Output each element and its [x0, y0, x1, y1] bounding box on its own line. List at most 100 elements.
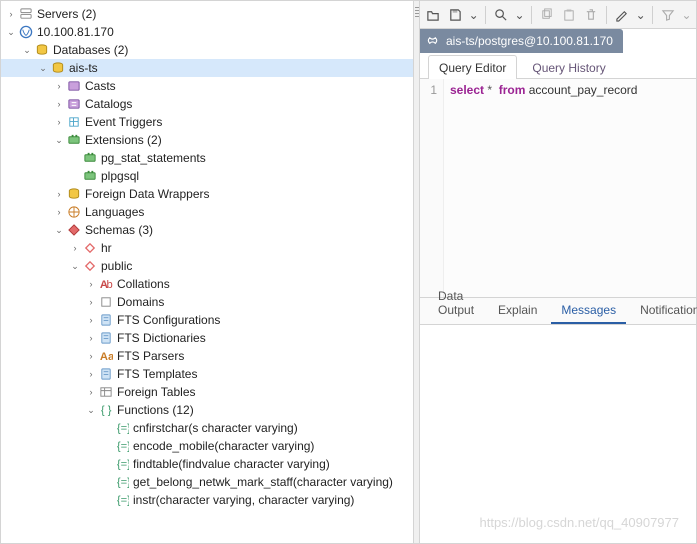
tree-node[interactable]: › FTS Configurations	[1, 311, 413, 329]
tree-node[interactable]: › hr	[1, 239, 413, 257]
tree-node[interactable]: cnfirstchar(s character varying)	[1, 419, 413, 437]
tree-node[interactable]: ›Catalogs	[1, 95, 413, 113]
results-tab[interactable]: Data Output	[428, 283, 484, 324]
event-icon	[66, 114, 82, 130]
open-icon[interactable]	[423, 4, 443, 26]
code-token: *	[484, 83, 495, 97]
func-fn-icon	[114, 474, 130, 490]
code-token: select	[450, 83, 484, 97]
chevron-right-icon[interactable]: ›	[85, 386, 97, 398]
chevron-down-icon[interactable]: ⌄	[21, 44, 33, 56]
tree-node-label: hr	[101, 241, 112, 255]
tree-node[interactable]: plpgsql	[1, 167, 413, 185]
domain-icon	[98, 294, 114, 310]
tree-node[interactable]: ›Domains	[1, 293, 413, 311]
results-body	[420, 325, 696, 543]
results-tab[interactable]: Notifications	[630, 297, 697, 324]
chevron-right-icon[interactable]: ›	[53, 98, 65, 110]
tree-node[interactable]: instr(character varying, character varyi…	[1, 491, 413, 509]
schemas-icon	[66, 222, 82, 238]
chevron-right-icon[interactable]: ›	[85, 332, 97, 344]
tree-node[interactable]: › Foreign Data Wrappers	[1, 185, 413, 203]
chevron-down-icon[interactable]: ⌄	[53, 224, 65, 236]
tree-node-label: pg_stat_statements	[101, 151, 206, 165]
tree-node[interactable]: ⌄public	[1, 257, 413, 275]
chevron-down-icon[interactable]: ⌄	[634, 4, 647, 26]
tree-node[interactable]: ›Event Triggers	[1, 113, 413, 131]
editor-code[interactable]: select * from account_pay_record	[444, 79, 696, 297]
tree-node[interactable]: ⌄Extensions (2)	[1, 131, 413, 149]
tree-node-label: Foreign Data Wrappers	[85, 187, 210, 201]
chevron-right-icon[interactable]: ›	[85, 278, 97, 290]
object-browser-tree[interactable]: ›Servers (2) ⌄ 10.100.81.170 ⌄Databases (2)…	[1, 1, 414, 543]
toolbar-separator	[606, 6, 607, 24]
results-tab[interactable]: Messages	[551, 297, 626, 324]
chevron-right-icon[interactable]: ›	[5, 8, 17, 20]
func-fn-icon	[114, 492, 130, 508]
tree-node[interactable]: ⌄ais-ts	[1, 59, 413, 77]
chevron-right-icon[interactable]: ›	[53, 116, 65, 128]
tree-node[interactable]: ›Foreign Tables	[1, 383, 413, 401]
connection-tab[interactable]: ais-ts/postgres@10.100.81.170	[420, 29, 623, 53]
tree-node[interactable]: findtable(findvalue character varying)	[1, 455, 413, 473]
tree-node-label: FTS Templates	[117, 367, 197, 381]
editor-gutter: 1	[420, 79, 444, 297]
tree-node[interactable]: ⌄Databases (2)	[1, 41, 413, 59]
tree-node-label: Casts	[85, 79, 116, 93]
tree-node[interactable]: ›Servers (2)	[1, 5, 413, 23]
tree-node[interactable]: ›FTS Parsers	[1, 347, 413, 365]
chevron-down-icon[interactable]: ⌄	[467, 4, 480, 26]
tree-node[interactable]: ›FTS Dictionaries	[1, 329, 413, 347]
results-tab-bar: Data OutputExplainMessagesNotifications	[420, 297, 696, 325]
tree-node-label: instr(character varying, character varyi…	[133, 493, 354, 507]
tree-node[interactable]: › Languages	[1, 203, 413, 221]
tree-node-label: 10.100.81.170	[37, 25, 114, 39]
chevron-right-icon[interactable]: ›	[53, 188, 65, 200]
paste-icon	[559, 4, 579, 26]
pgserver-icon	[18, 24, 34, 40]
tree-node-label: encode_mobile(character varying)	[133, 439, 314, 453]
chevron-right-icon[interactable]: ›	[85, 314, 97, 326]
connection-tab-bar: ais-ts/postgres@10.100.81.170	[420, 29, 696, 53]
tree-node[interactable]: › Casts	[1, 77, 413, 95]
tree-node[interactable]: ⌄ Schemas (3)	[1, 221, 413, 239]
servers-icon	[18, 6, 34, 22]
fts-icon	[98, 366, 114, 382]
chevron-right-icon[interactable]: ›	[85, 350, 97, 362]
splitter[interactable]	[414, 1, 420, 543]
chevron-down-icon[interactable]: ⌄	[5, 26, 17, 38]
chevron-right-icon[interactable]: ›	[53, 80, 65, 92]
sql-editor[interactable]: 1 select * from account_pay_record	[420, 79, 696, 297]
chevron-right-icon[interactable]: ›	[53, 206, 65, 218]
chevron-down-icon[interactable]: ⌄	[513, 4, 526, 26]
editor-tab[interactable]: Query History	[521, 55, 616, 79]
chevron-down-icon[interactable]: ⌄	[85, 404, 97, 416]
tree-node[interactable]: › Collations	[1, 275, 413, 293]
editor-tab-bar: Query EditorQuery History	[420, 53, 696, 79]
chevron-down-icon[interactable]: ⌄	[69, 260, 81, 272]
tree-node[interactable]: pg_stat_statements	[1, 149, 413, 167]
chevron-right-icon[interactable]: ›	[85, 368, 97, 380]
tree-node[interactable]: ⌄ 10.100.81.170	[1, 23, 413, 41]
tree-node[interactable]: › FTS Templates	[1, 365, 413, 383]
tree-node-label: Languages	[85, 205, 144, 219]
query-toolbar: ⌄⌄⌄⌄	[420, 1, 696, 29]
chevron-right-icon[interactable]: ›	[69, 242, 81, 254]
results-tab[interactable]: Explain	[488, 297, 547, 324]
save-icon[interactable]	[445, 4, 465, 26]
chevron-down-icon[interactable]: ⌄	[53, 134, 65, 146]
tree-node-label: Collations	[117, 277, 170, 291]
tree-node[interactable]: get_belong_netwk_mark_staff(character va…	[1, 473, 413, 491]
ftable-icon	[98, 384, 114, 400]
chevron-right-icon[interactable]: ›	[85, 296, 97, 308]
editor-tab[interactable]: Query Editor	[428, 55, 517, 79]
tree-node-label: FTS Configurations	[117, 313, 220, 327]
edit-icon[interactable]	[612, 4, 632, 26]
code-token: account_pay_record	[529, 83, 638, 97]
tree-node[interactable]: ⌄Functions (12)	[1, 401, 413, 419]
find-icon[interactable]	[491, 4, 511, 26]
tree-node-label: Schemas (3)	[85, 223, 153, 237]
chevron-down-icon[interactable]: ⌄	[37, 62, 49, 74]
tree-node[interactable]: encode_mobile(character varying)	[1, 437, 413, 455]
func-fn-icon	[114, 420, 130, 436]
